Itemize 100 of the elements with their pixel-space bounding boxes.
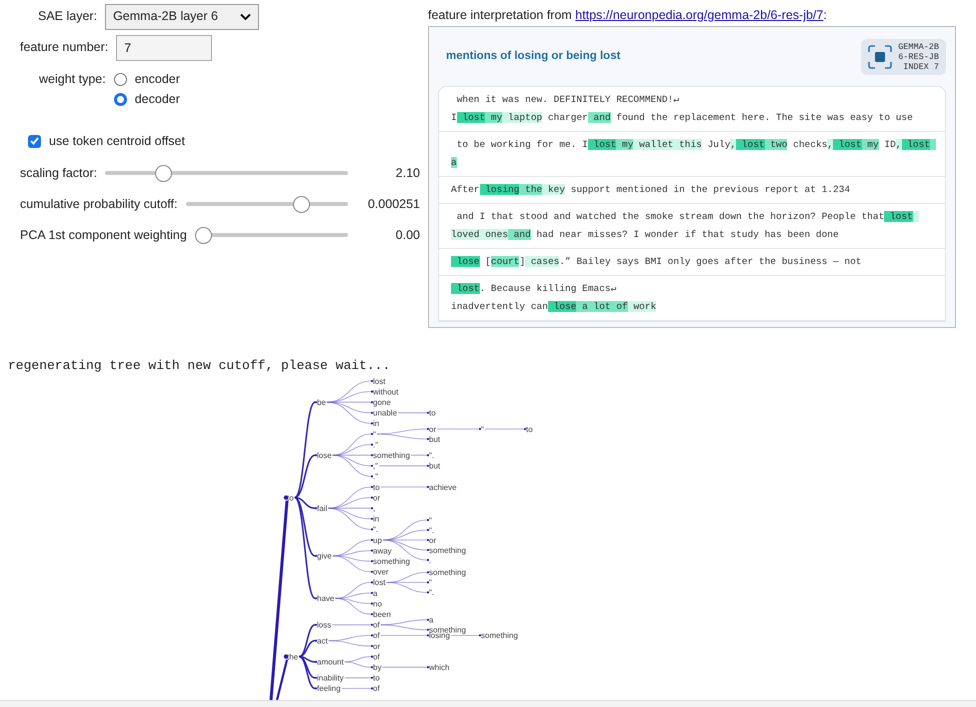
tree-node: which (426, 663, 450, 672)
tree-branch-lines (326, 380, 372, 424)
tree-node: inability (314, 674, 344, 683)
tree-node: a (370, 588, 378, 598)
tree-node: , (370, 504, 376, 513)
tree-node: to (370, 674, 380, 683)
tree-node: achieve (426, 482, 457, 492)
tree-node: " (370, 430, 376, 439)
tree-node: give (314, 552, 332, 561)
slider-thumb[interactable] (194, 226, 212, 244)
field-label: feature number: (20, 39, 108, 56)
layer-dropdown[interactable]: Gemma-2B layer 6 (105, 4, 260, 30)
field-label: SAE layer: (38, 8, 98, 26)
slider[interactable] (186, 196, 348, 212)
radio-button[interactable] (114, 92, 127, 106)
slider-label: scaling factor: (20, 164, 98, 182)
tree-node: to (284, 493, 294, 502)
tree-branch-lines (398, 412, 428, 414)
tree-node: of (370, 631, 380, 640)
example-text: After losing the key support mentioned in the previous report at 1.234 (439, 177, 945, 204)
tree-node: or (370, 493, 380, 502)
tree-node: without (370, 387, 398, 396)
radio-label: decoder (134, 90, 180, 108)
tree-node: or (426, 424, 436, 434)
tree-node: something (370, 557, 410, 566)
tree-node: something (370, 451, 410, 460)
tree-node: feeling (314, 684, 341, 694)
tree-node: but (426, 462, 440, 471)
tree-node: " (426, 516, 432, 525)
tree-branch-lines (334, 582, 372, 615)
badge-text: INDEX 7 (903, 62, 939, 72)
tree-node: lost (370, 578, 386, 588)
tree-branch-lines (332, 434, 372, 477)
feature-number-input[interactable]: 7 (116, 34, 212, 60)
tree-node: something (426, 546, 466, 555)
slider[interactable] (105, 164, 348, 182)
tree-branch-lines (382, 666, 428, 668)
tree-node: in (370, 514, 380, 524)
slider-thumb[interactable] (154, 164, 172, 182)
tree-node: up (370, 536, 382, 545)
tree-node: have (314, 594, 334, 604)
example-text: when it was new. DEFINITELY RECOMMEND!↵ I lost my laptop charger and found the replacement here. The site was easy to use (439, 87, 945, 132)
tree-branch-lines (450, 635, 480, 636)
tree-branch-lines (332, 540, 372, 572)
checkbox[interactable] (28, 134, 41, 148)
tree-branch-lines (298, 624, 316, 690)
tree-node: something (426, 568, 466, 578)
tree-node: or (370, 642, 380, 651)
tree-branch-lines (380, 486, 428, 488)
slider-value: 0.000251 (366, 196, 420, 213)
tree-node: ," (370, 462, 378, 471)
tree-node: ". (426, 526, 434, 535)
status-message: regenerating tree with new cutoff, please wait... (7, 357, 392, 375)
tree-node: ." (370, 440, 378, 450)
tree-node: " (426, 578, 432, 588)
chip-icon (868, 44, 892, 68)
radio-label: encoder (134, 70, 180, 88)
tree-branch-lines (378, 465, 428, 466)
tree-branch-lines (344, 677, 372, 678)
panel-caption: feature interpretation from https://neuronpedia.org/gemma-2b/6-res-jb/7: (428, 7, 828, 24)
tree-node: ". (426, 451, 434, 460)
slider[interactable] (194, 226, 348, 244)
tree-node: by (370, 663, 382, 672)
tree-node: fail (314, 504, 328, 513)
tree-node: lose (314, 451, 332, 460)
badge-text: GEMMA-2B (898, 42, 939, 52)
tree-node: something (478, 631, 518, 640)
tree-node: over (370, 568, 389, 577)
feature-title: mentions of losing or being lost (446, 48, 620, 64)
tree-node: to (524, 424, 533, 434)
badge-text: 6-RES-JB (898, 52, 939, 62)
tree-node: loss (314, 620, 332, 630)
tree-node: of (370, 652, 380, 662)
tree-node: act (314, 636, 328, 646)
slider-thumb[interactable] (293, 196, 310, 212)
tree-branch-lines (328, 486, 372, 530)
example-text: lost. Because killing Emacs↵ inadvertently can lose a lot of work (439, 276, 945, 321)
example-text: lose [court] cases.” Bailey says BMI only goes after the business — not (439, 249, 945, 276)
tree-node: ". (370, 525, 378, 534)
tree-node: amount (314, 658, 344, 667)
tree-node: lost (370, 376, 386, 386)
tree-node: the (284, 652, 298, 662)
tree-branch-lines (484, 428, 524, 430)
neuronpedia-link[interactable]: https://neuronpedia.org/gemma-2b/6-res-jb/7 (575, 8, 824, 22)
tree-branch-lines (332, 624, 372, 626)
tree-node: but (426, 434, 440, 444)
radio-button[interactable] (114, 72, 127, 86)
slider-value: 0.00 (394, 226, 420, 244)
tree-branch-lines (436, 428, 480, 430)
tree-branch-lines (380, 619, 428, 630)
tree-node: . (426, 556, 432, 565)
tree-node: of (370, 684, 380, 694)
caret-icon (240, 12, 252, 20)
tree-node: away (370, 546, 392, 556)
tree-node: be (314, 398, 326, 407)
tree-node: " (478, 424, 484, 434)
tree-node: to (370, 482, 380, 492)
tree-branch-lines (341, 688, 372, 689)
tree-node: unable (370, 408, 398, 418)
tree-node: ". (426, 588, 434, 598)
